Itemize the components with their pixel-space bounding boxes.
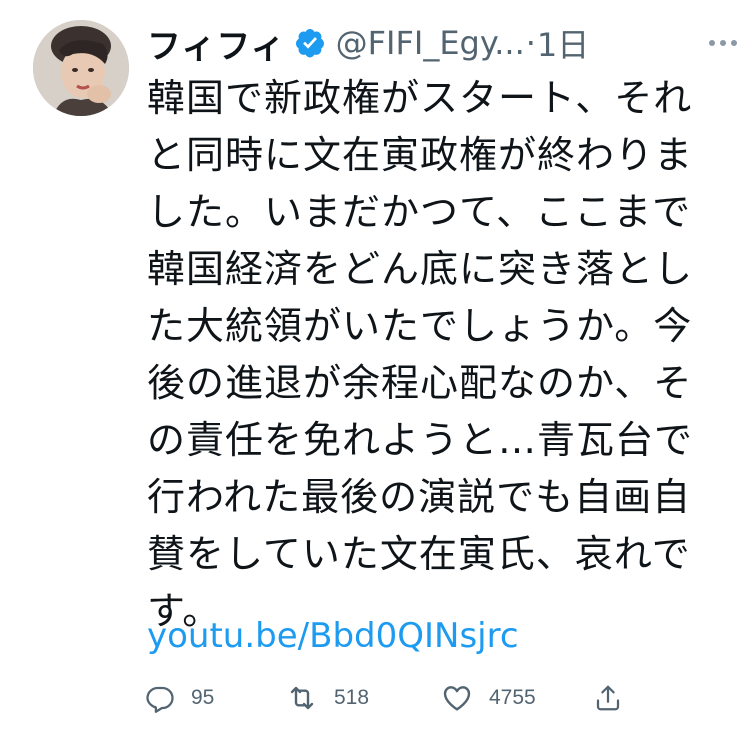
tweet[interactable]: フィフィ @FIFI_Egy... · 1日 韓国で新政権がスタート、それ と同… (0, 0, 750, 729)
share-icon (596, 685, 620, 711)
more-dot-icon (731, 40, 737, 46)
tweet-text-line: 行われた最後の演説でも自画自 (147, 475, 692, 519)
tweet-text-line: 賛をしていた文在寅氏、哀れで (147, 532, 691, 576)
tweet-actions: 95 518 4755 (145, 676, 735, 720)
reply-icon (146, 686, 174, 713)
user-handle[interactable]: @FIFI_Egy... (336, 24, 525, 62)
heart-icon (443, 686, 471, 711)
like-button[interactable]: 4755 (441, 676, 536, 720)
tweet-link[interactable]: youtu.be/Bbd0QINsjrc (147, 612, 519, 660)
separator-dot: · (525, 24, 536, 62)
retweet-icon (290, 686, 314, 710)
share-button[interactable] (593, 676, 623, 720)
reply-count: 95 (191, 686, 215, 709)
retweet-button[interactable]: 518 (286, 676, 369, 720)
retweet-count: 518 (334, 686, 370, 709)
tweet-header: フィフィ @FIFI_Egy... · 1日 (147, 17, 737, 69)
avatar[interactable] (33, 20, 129, 116)
more-dot-icon (720, 40, 726, 46)
tweet-text-line: した。いまだかつて、ここまで (147, 190, 692, 234)
tweet-text-line: の責任を免れようと…青瓦台で (147, 418, 694, 462)
like-count: 4755 (489, 686, 536, 709)
tweet-text-line: 韓国で新政権がスタート、それ (147, 76, 693, 120)
tweet-text-line: と同時に文在寅政権が終わりま (147, 133, 694, 177)
display-name[interactable]: フィフィ (147, 19, 286, 68)
reply-button[interactable]: 95 (145, 676, 214, 720)
tweet-text-line: 後の進退が余程心配なのか、そ (147, 361, 693, 405)
avatar-photo-icon (33, 20, 129, 116)
more-dot-icon (709, 40, 715, 46)
tweet-text-line: 韓国経済をどん底に突き落とし (147, 247, 694, 291)
verified-badge-icon (295, 29, 324, 58)
more-options-button[interactable] (697, 25, 737, 61)
tweet-text: 韓国で新政権がスタート、それ と同時に文在寅政権が終わりま した。いまだかつて、… (147, 70, 707, 640)
tweet-timestamp[interactable]: 1日 (537, 20, 589, 66)
tweet-text-line: た大統領がいたでしょうか。今 (147, 304, 693, 348)
